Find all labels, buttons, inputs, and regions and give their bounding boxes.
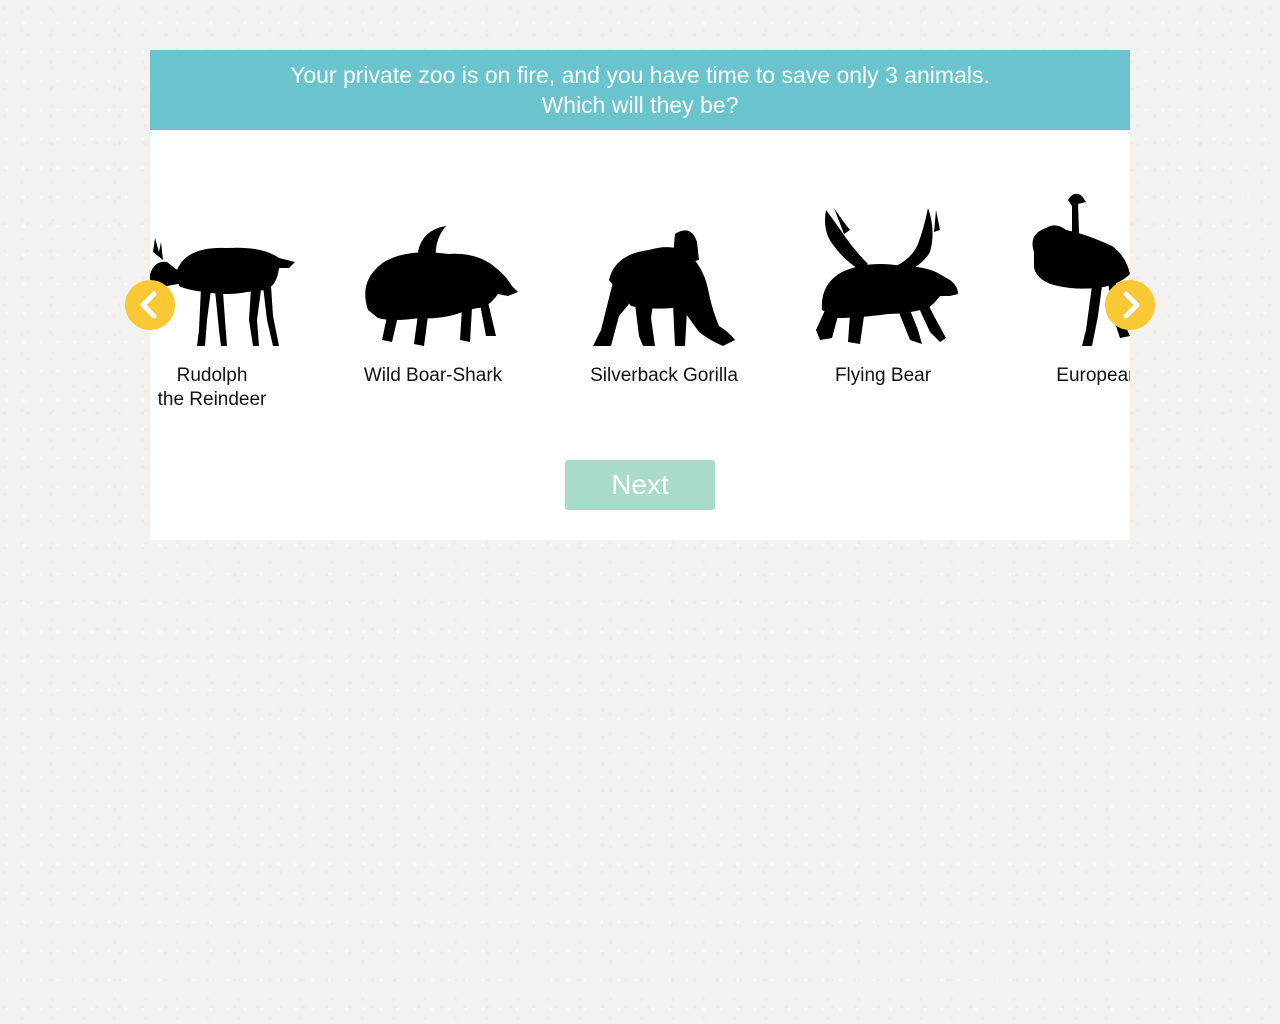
next-button[interactable]: Next: [565, 460, 715, 510]
carousel-prev-button[interactable]: [125, 280, 175, 330]
animal-label: Flying Bear: [834, 365, 932, 386]
animal-option-gorilla[interactable]: Silverback Gorilla: [579, 130, 749, 450]
carousel-next-button[interactable]: [1105, 280, 1155, 330]
question-banner: Your private zoo is on fire, and you hav…: [150, 50, 1130, 130]
chevron-left-icon: [140, 291, 157, 319]
flying-bear-silhouette-icon: [816, 208, 958, 344]
animal-label: European C: [1056, 365, 1130, 386]
chevron-right-icon: [1123, 291, 1140, 319]
question-card: Your private zoo is on fire, and you hav…: [150, 50, 1130, 540]
animal-carousel: Rudolph the Reindeer Wild Boar-Shark Sil…: [150, 130, 1130, 450]
question-text-line-1: Your private zoo is on fire, and you hav…: [290, 62, 990, 88]
animal-option-boar-shark[interactable]: Wild Boar-Shark: [348, 130, 518, 450]
animal-label: Rudolph the Reindeer: [157, 365, 267, 410]
animal-label: Wild Boar-Shark: [363, 365, 503, 386]
animal-option-flying-bear[interactable]: Flying Bear: [798, 130, 968, 450]
question-text-line-2: Which will they be?: [541, 92, 739, 118]
gorilla-silhouette-icon: [593, 230, 735, 346]
boar-shark-silhouette-icon: [365, 226, 518, 346]
animal-label: Silverback Gorilla: [590, 365, 738, 386]
